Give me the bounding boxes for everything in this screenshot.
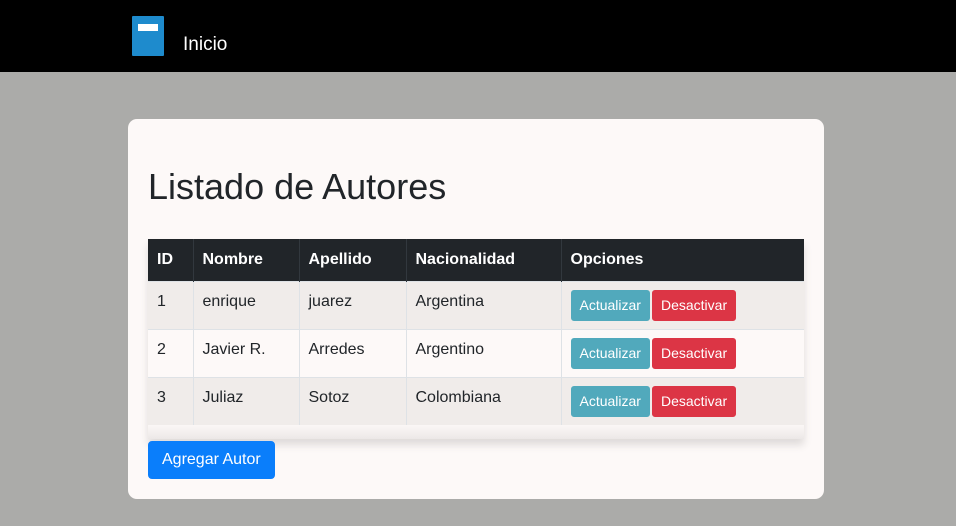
table-row: 2 Javier R. Arredes Argentino Actualizar… <box>148 328 804 377</box>
deactivate-button[interactable]: Desactivar <box>651 385 737 417</box>
deactivate-button[interactable]: Desactivar <box>651 289 737 321</box>
cell-nombre: Juliaz <box>193 376 300 425</box>
cell-apellido: Arredes <box>299 328 407 377</box>
table-row: 3 Juliaz Sotoz Colombiana Actualizar Desa… <box>148 376 804 425</box>
cell-id: 2 <box>148 328 194 377</box>
cell-opciones: Actualizar Desactivar <box>561 280 804 329</box>
column-header-opciones: Opciones <box>561 239 804 281</box>
cell-nombre: Javier R. <box>193 328 300 377</box>
cell-id: 1 <box>148 280 194 329</box>
nav-link-inicio[interactable]: Inicio <box>183 33 227 57</box>
column-header-apellido: Apellido <box>299 239 407 281</box>
top-navbar: Inicio <box>0 0 956 72</box>
cell-apellido: Sotoz <box>299 376 407 425</box>
table-row: 1 enrique juarez Argentina Actualizar Des… <box>148 280 804 329</box>
cell-nombre: enrique <box>193 280 300 329</box>
update-button[interactable]: Actualizar <box>570 337 650 369</box>
cell-apellido: juarez <box>299 280 407 329</box>
update-button[interactable]: Actualizar <box>570 385 650 417</box>
authors-table-container: ID Nombre Apellido Nacionalidad Opciones… <box>148 239 804 439</box>
authors-card: Listado de Autores ID Nombre Apellido Na… <box>128 119 824 499</box>
cell-id: 3 <box>148 376 194 425</box>
authors-table: ID Nombre Apellido Nacionalidad Opciones… <box>148 239 804 425</box>
cell-opciones: Actualizar Desactivar <box>561 328 804 377</box>
column-header-id: ID <box>148 239 194 281</box>
cell-nacionalidad: Argentina <box>406 280 562 329</box>
add-author-button[interactable]: Agregar Autor <box>148 441 275 479</box>
update-button[interactable]: Actualizar <box>570 289 650 321</box>
cell-nacionalidad: Colombiana <box>406 376 562 425</box>
column-header-nacionalidad: Nacionalidad <box>406 239 562 281</box>
deactivate-button[interactable]: Desactivar <box>651 337 737 369</box>
column-header-nombre: Nombre <box>193 239 300 281</box>
table-header-row: ID Nombre Apellido Nacionalidad Opciones <box>148 239 804 281</box>
cell-opciones: Actualizar Desactivar <box>561 376 804 425</box>
book-icon-label-slot <box>138 24 158 31</box>
page-title: Listado de Autores <box>148 166 447 207</box>
cell-nacionalidad: Argentino <box>406 328 562 377</box>
book-icon[interactable] <box>132 16 164 56</box>
